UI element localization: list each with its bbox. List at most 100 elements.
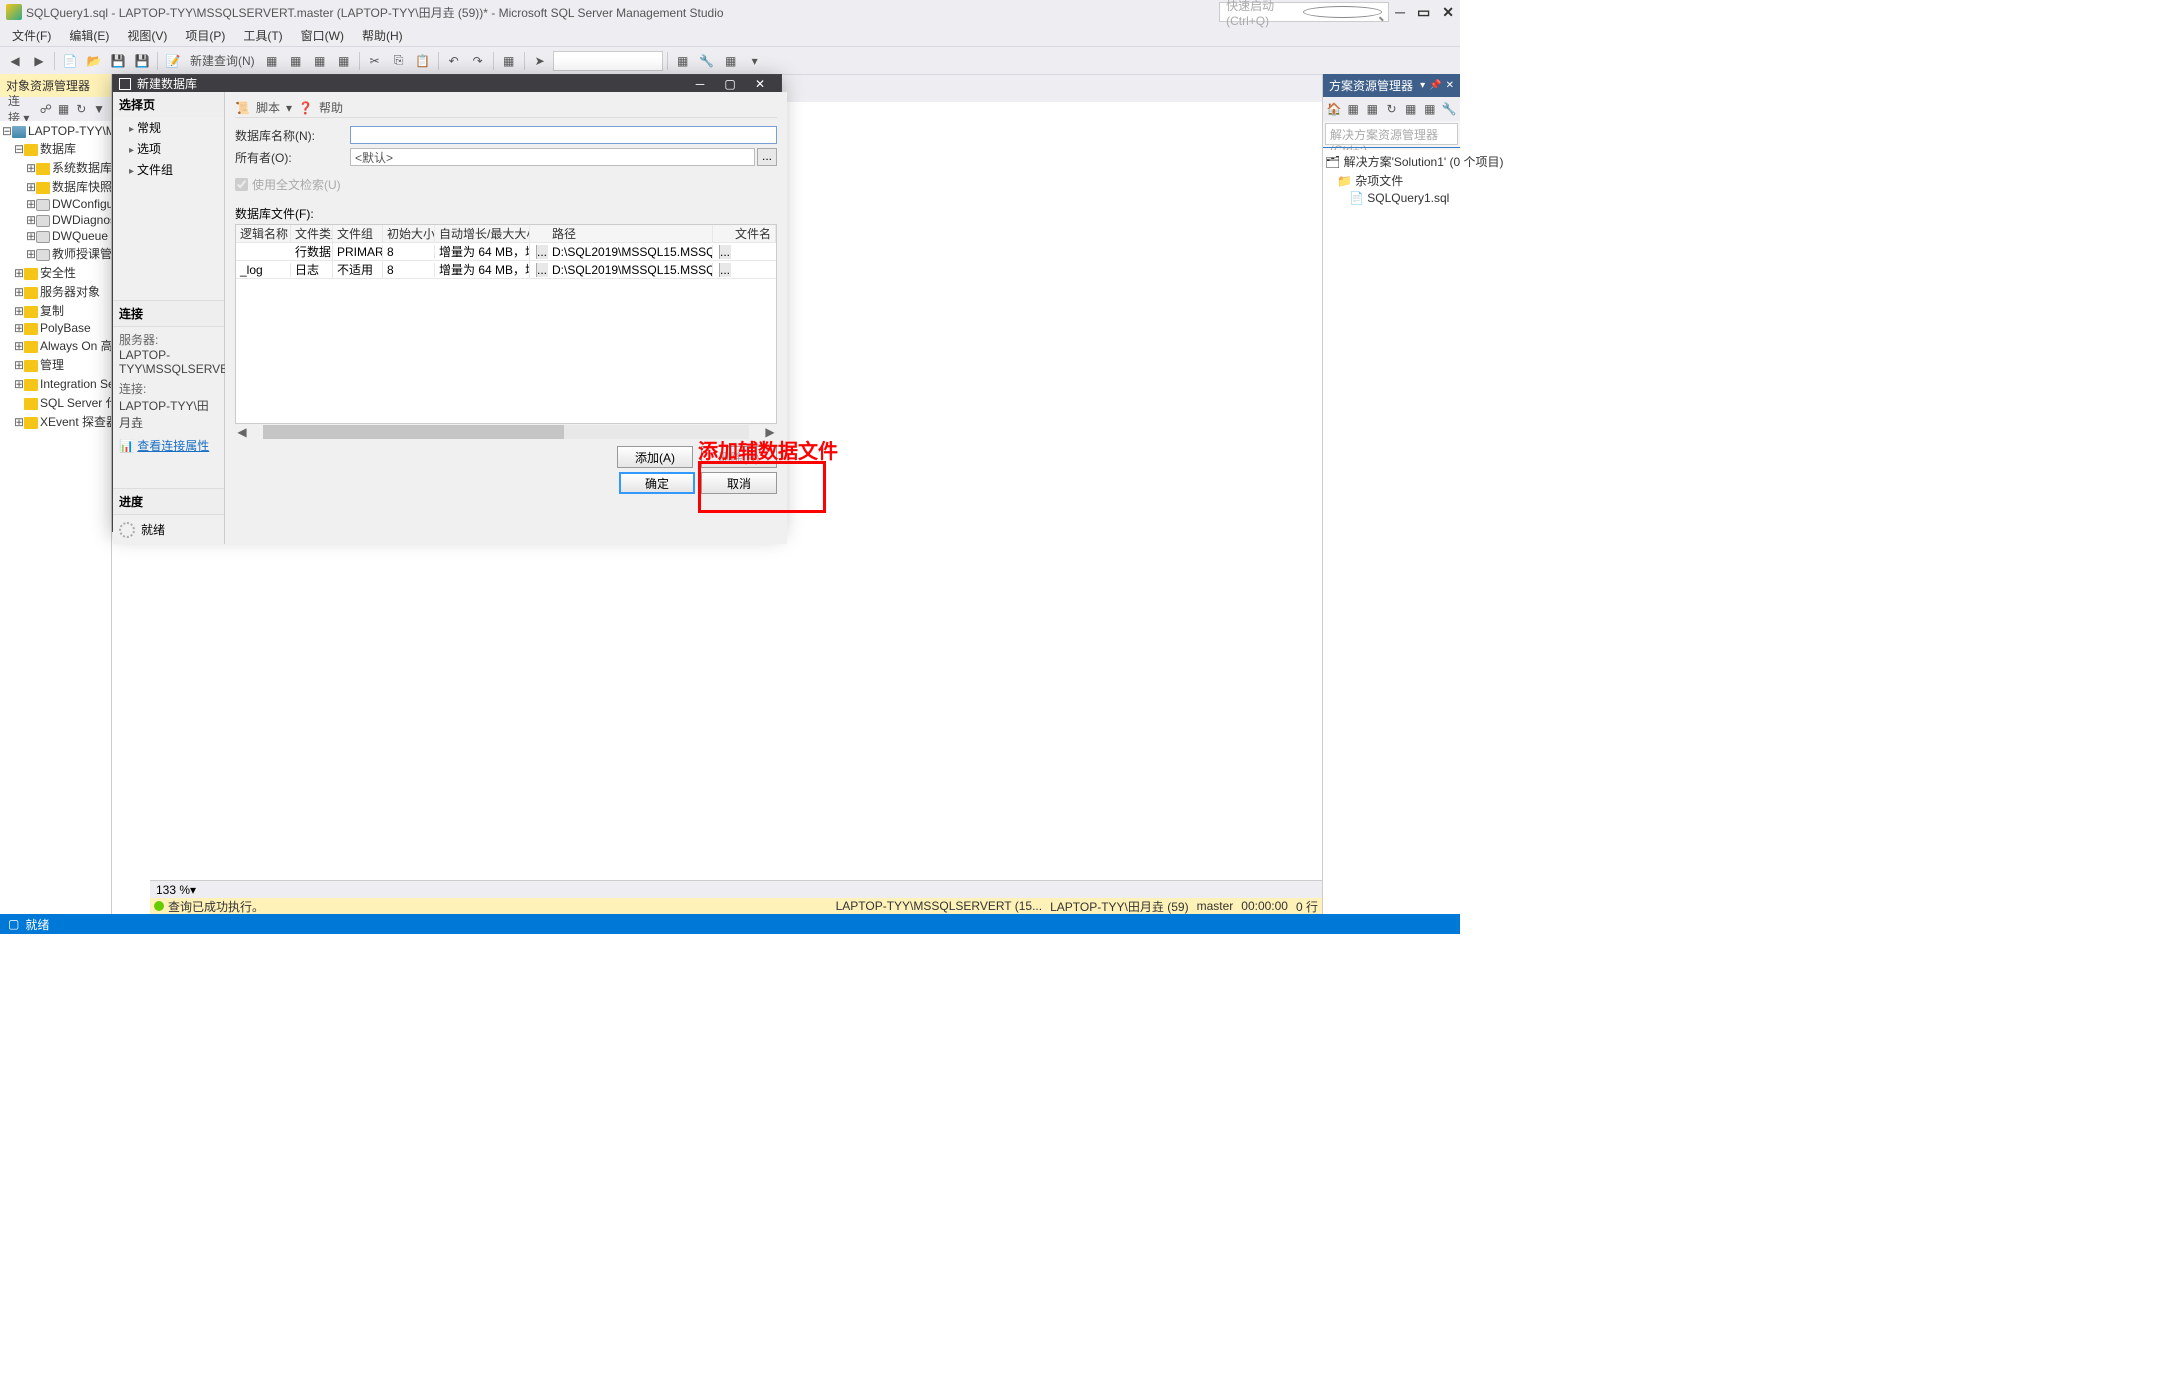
new-item-button[interactable]: 📄	[59, 50, 81, 72]
solution-root[interactable]: 🗂 解决方案'Solution1' (0 个项目)	[1325, 152, 1458, 171]
nav-back-button[interactable]: ◀	[4, 50, 26, 72]
tb-icon-1[interactable]: ▦	[261, 50, 283, 72]
sol-home-icon[interactable]: 🏠	[1325, 98, 1343, 120]
close-button[interactable]: ✕	[1442, 4, 1454, 21]
minimize-button[interactable]: ─	[1395, 4, 1405, 21]
menu-edit[interactable]: 编辑(E)	[61, 25, 117, 46]
solution-search-input[interactable]: 解决方案资源管理器(Ctrl+;)	[1325, 123, 1458, 145]
menu-window[interactable]: 窗口(W)	[293, 25, 352, 46]
zoom-combo[interactable]: 133 %	[156, 883, 190, 897]
help-icon[interactable]: ❓	[298, 101, 313, 115]
misc-files-node[interactable]: 📁 杂项文件	[1325, 171, 1458, 190]
view-connection-props-link[interactable]: 查看连接属性	[137, 439, 209, 453]
sol-dropdown-icon[interactable]: ▾	[1420, 80, 1425, 91]
oe-refresh-icon[interactable]: ↻	[73, 98, 89, 120]
sol-refresh-icon[interactable]: ↻	[1382, 98, 1400, 120]
quick-launch-search[interactable]: 快速启动 (Ctrl+Q)	[1219, 2, 1389, 22]
dialog-maximize-button[interactable]: ▢	[715, 77, 745, 91]
sol-tb-icon4[interactable]: ▦	[1421, 98, 1439, 120]
menu-file[interactable]: 文件(F)	[4, 25, 59, 46]
oe-filter-icon[interactable]: ▼	[91, 98, 107, 120]
server-label: 服务器:	[119, 331, 218, 348]
object-explorer-tree[interactable]: ⊟LAPTOP-TYY\MSSQLSER ⊟数据库⊞系统数据库⊞数据库快照⊞DW…	[0, 121, 111, 914]
sol-tb-icon1[interactable]: ▦	[1344, 98, 1362, 120]
sol-close-icon[interactable]: ✕	[1446, 80, 1454, 91]
menu-view[interactable]: 视图(V)	[119, 25, 175, 46]
oe-icon2[interactable]: ▦	[56, 98, 72, 120]
tb-grid-icon[interactable]: ▦	[498, 50, 520, 72]
open-button[interactable]: 📂	[83, 50, 105, 72]
oe-icon1[interactable]: ☍	[38, 98, 54, 120]
registered-servers-icon[interactable]: ▦	[672, 50, 694, 72]
paste-button[interactable]: 📋	[412, 50, 434, 72]
owner-value[interactable]: <默认>	[350, 148, 755, 166]
tb-icon-4[interactable]: ▦	[333, 50, 355, 72]
autogrow-browse-button[interactable]: ...	[536, 263, 548, 277]
tree-node[interactable]: SQL Server 代理(已禁用	[2, 393, 109, 412]
nav-filegroups[interactable]: 文件组	[113, 159, 224, 180]
help-link[interactable]: 帮助	[319, 99, 343, 116]
tree-server-root[interactable]: ⊟LAPTOP-TYY\MSSQLSER	[2, 123, 109, 139]
grid-row[interactable]: 行数据PRIMARY8增量为 64 MB，增长......D:\SQL2019\…	[236, 243, 776, 261]
wrench-icon[interactable]: 🔧	[696, 50, 718, 72]
ok-button[interactable]: 确定	[619, 472, 695, 494]
sol-tb-icon2[interactable]: ▦	[1363, 98, 1381, 120]
new-query-icon[interactable]: 📝	[162, 50, 184, 72]
script-dropdown[interactable]: 脚本	[256, 99, 280, 116]
tree-node[interactable]: ⊞Integration Services 目	[2, 374, 109, 393]
cancel-button[interactable]: 取消	[701, 472, 777, 494]
redo-button[interactable]: ↷	[467, 50, 489, 72]
tree-node[interactable]: ⊞PolyBase	[2, 320, 109, 336]
add-button[interactable]: 添加(A)	[617, 446, 693, 468]
dialog-main-panel: 📜 脚本 ▾ ❓ 帮助 数据库名称(N): 所有者(O): <默认> ...	[225, 92, 787, 544]
path-browse-button[interactable]: ...	[719, 263, 731, 277]
save-all-button[interactable]: 💾	[131, 50, 153, 72]
tb-icon-2[interactable]: ▦	[285, 50, 307, 72]
save-button[interactable]: 💾	[107, 50, 129, 72]
cut-button[interactable]: ✂	[364, 50, 386, 72]
nav-fwd-button[interactable]: ▶	[28, 50, 50, 72]
tree-node[interactable]: ⊞教师授课管理数据库	[2, 244, 109, 263]
tree-node[interactable]: ⊞数据库快照	[2, 177, 109, 196]
tree-node[interactable]: ⊞DWConfiguration	[2, 196, 109, 212]
tree-node[interactable]: ⊞DWDiagnostics	[2, 212, 109, 228]
tree-node[interactable]: ⊞DWQueue	[2, 228, 109, 244]
new-query-button[interactable]: 新建查询(N)	[186, 52, 259, 69]
tree-node[interactable]: ⊞系统数据库	[2, 158, 109, 177]
path-browse-button[interactable]: ...	[719, 245, 731, 259]
nav-general[interactable]: 常规	[113, 117, 224, 138]
tb-arrow-icon[interactable]: ➤	[529, 50, 551, 72]
tree-node[interactable]: ⊞XEvent 探查器	[2, 412, 109, 431]
owner-browse-button[interactable]: ...	[757, 148, 777, 166]
dbname-input[interactable]	[350, 126, 777, 144]
window-title: SQLQuery1.sql - LAPTOP-TYY\MSSQLSERVERT.…	[26, 4, 724, 21]
sql-file-node[interactable]: 📄 SQLQuery1.sql	[1325, 190, 1458, 206]
solution-tree[interactable]: 🗂 解决方案'Solution1' (0 个项目) 📁 杂项文件 📄 SQLQu…	[1323, 150, 1460, 914]
tree-node[interactable]: ⊞安全性	[2, 263, 109, 282]
tree-node[interactable]: ⊞管理	[2, 355, 109, 374]
grid-row[interactable]: _log日志不适用8增量为 64 MB，增长......D:\SQL2019\M…	[236, 261, 776, 279]
copy-button[interactable]: ⎘	[388, 50, 410, 72]
nav-options[interactable]: 选项	[113, 138, 224, 159]
sol-props-icon[interactable]: 🔧	[1440, 98, 1458, 120]
tree-node[interactable]: ⊞服务器对象	[2, 282, 109, 301]
autogrow-browse-button[interactable]: ...	[536, 245, 548, 259]
tb-dropdown-icon[interactable]: ▾	[744, 50, 766, 72]
tb-icon-3[interactable]: ▦	[309, 50, 331, 72]
menu-help[interactable]: 帮助(H)	[354, 25, 411, 46]
restore-button[interactable]: ▭	[1417, 4, 1430, 21]
tb-misc-icon[interactable]: ▦	[720, 50, 742, 72]
menu-project[interactable]: 项目(P)	[177, 25, 233, 46]
dialog-minimize-button[interactable]: ─	[685, 77, 715, 91]
sol-tb-icon3[interactable]: ▦	[1402, 98, 1420, 120]
search-combo[interactable]	[553, 51, 663, 71]
undo-button[interactable]: ↶	[443, 50, 465, 72]
tree-node[interactable]: ⊞复制	[2, 301, 109, 320]
tree-node[interactable]: ⊟数据库	[2, 139, 109, 158]
sol-pin-icon[interactable]: 📌	[1429, 80, 1441, 91]
database-files-grid[interactable]: 逻辑名称 文件类型 文件组 初始大小(MB) 自动增长/最大大小 路径 文件名 …	[235, 224, 777, 424]
menu-tools[interactable]: 工具(T)	[235, 25, 290, 46]
dialog-close-button[interactable]: ✕	[745, 77, 775, 91]
tree-node[interactable]: ⊞Always On 高可用性	[2, 336, 109, 355]
grid-horizontal-scrollbar[interactable]: ◀▶	[235, 424, 777, 440]
